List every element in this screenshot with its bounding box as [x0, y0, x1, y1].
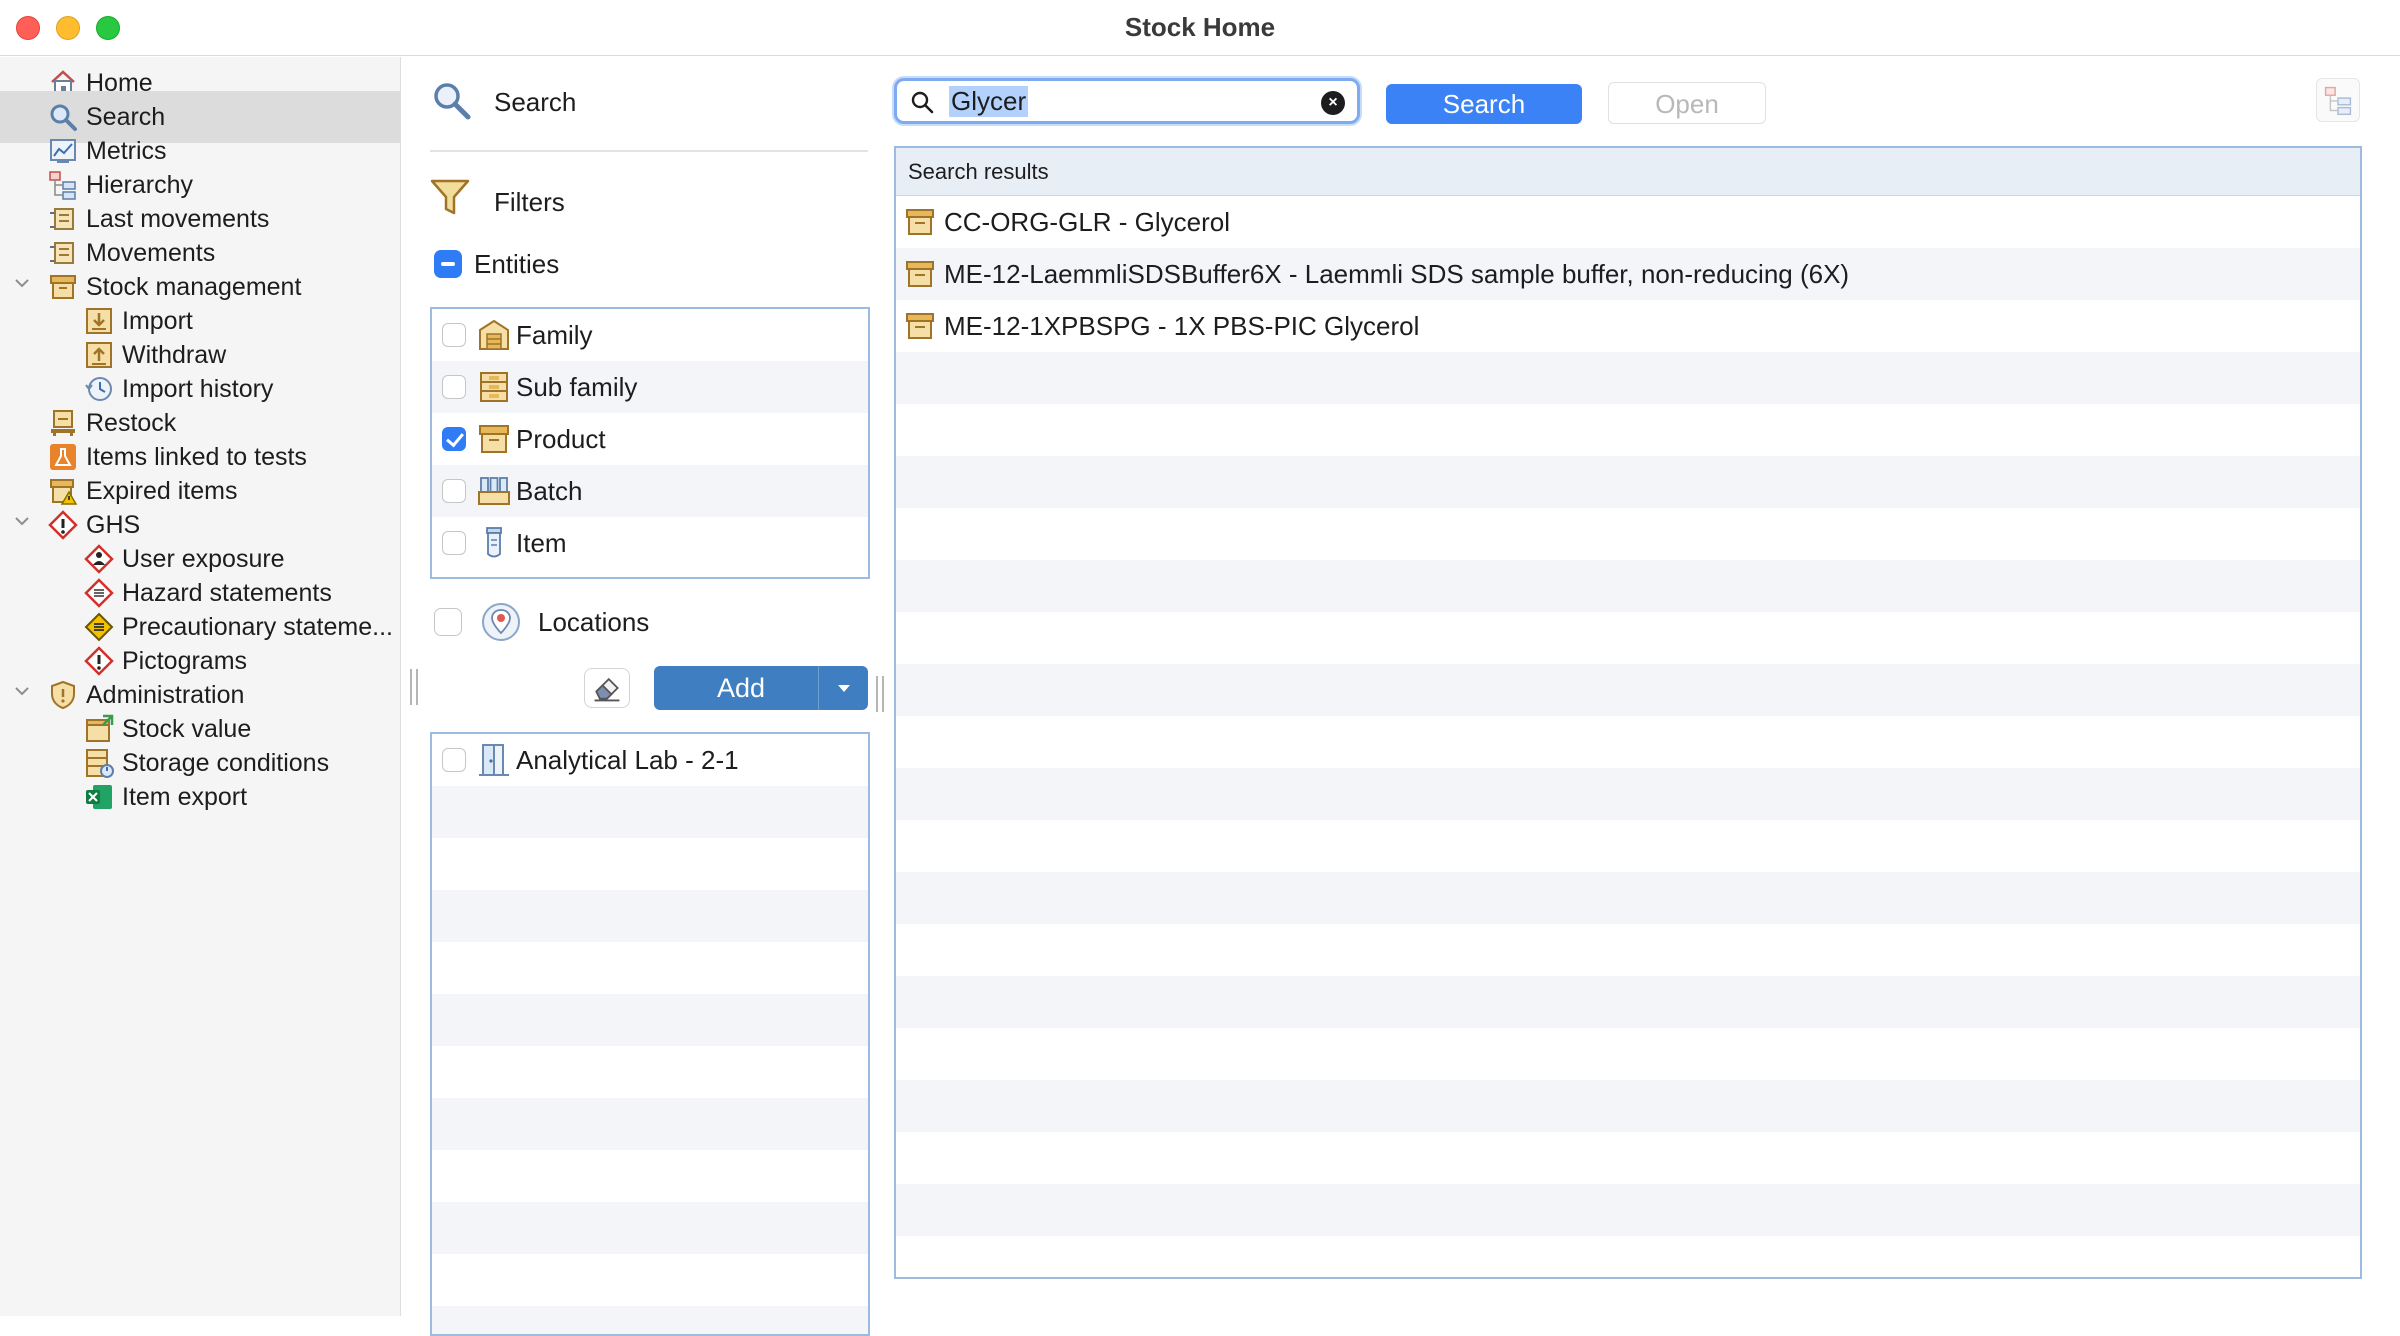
- results-column-header[interactable]: Search results: [896, 148, 2360, 196]
- location-checkbox[interactable]: [442, 748, 466, 772]
- product-checkbox[interactable]: [442, 427, 466, 451]
- product-icon: [906, 261, 934, 287]
- hierarchy-view-button[interactable]: [2316, 78, 2360, 122]
- locations-label: Locations: [538, 607, 650, 637]
- clear-search-icon[interactable]: ×: [1321, 91, 1345, 115]
- empty-row: [896, 560, 2360, 612]
- empty-row: [896, 1236, 2360, 1277]
- add-button-label: Add: [716, 672, 766, 703]
- sidebar-item-item-export[interactable]: Item export: [0, 771, 400, 823]
- table-row[interactable]: ME-12-1XPBSPG - 1X PBS-PIC Glycerol: [896, 300, 2360, 352]
- empty-row: [896, 1080, 2360, 1132]
- table-row[interactable]: CC-ORG-GLR - Glycerol: [896, 196, 2360, 248]
- entity-label: Family: [516, 319, 593, 350]
- search-results-table: Search results CC-ORG-GLR - Glycerol ME-…: [894, 146, 2362, 1279]
- empty-row: [896, 612, 2360, 664]
- empty-row: [896, 664, 2360, 716]
- results-body: CC-ORG-GLR - Glycerol ME-12-LaemmliSDSBu…: [896, 196, 2360, 1277]
- locations-checkbox[interactable]: [434, 608, 462, 636]
- sub-family-icon: [476, 369, 512, 405]
- search-button[interactable]: Search: [1386, 84, 1582, 124]
- empty-row: [896, 1184, 2360, 1236]
- empty-row: [432, 1098, 868, 1150]
- batch-icon: [476, 473, 512, 509]
- empty-row: [896, 768, 2360, 820]
- empty-row: [896, 1028, 2360, 1080]
- empty-row: [432, 1046, 868, 1098]
- sub-family-checkbox[interactable]: [442, 375, 466, 399]
- hierarchy-icon: [2324, 86, 2352, 116]
- entity-label: Sub family: [516, 371, 638, 402]
- entity-row-product[interactable]: Product: [432, 413, 868, 465]
- location-label: Analytical Lab - 2-1: [516, 744, 739, 775]
- entity-label: Batch: [516, 475, 583, 506]
- entity-row-sub-family[interactable]: Sub family: [432, 361, 868, 413]
- sidebar-item-label: Item export: [122, 782, 248, 811]
- filter-icon: [430, 179, 470, 215]
- split-view-handle[interactable]: [410, 669, 418, 705]
- eraser-icon: [594, 677, 620, 702]
- search-input-value: Glycer: [949, 86, 1029, 117]
- empty-row: [432, 1254, 868, 1306]
- empty-row: [432, 786, 868, 838]
- open-button[interactable]: Open: [1608, 82, 1766, 124]
- entity-list: Family Sub family Product Batch Item: [430, 307, 870, 579]
- empty-row: [432, 1150, 868, 1202]
- product-icon: [906, 313, 934, 339]
- empty-row: [896, 456, 2360, 508]
- filter-panel: Search Filters Entities Family Sub famil…: [402, 57, 878, 1336]
- search-input[interactable]: Glycer ×: [894, 78, 1360, 124]
- empty-row: [896, 924, 2360, 976]
- entity-row-family[interactable]: Family: [432, 309, 868, 361]
- caret-down-icon[interactable]: [818, 666, 868, 710]
- empty-row: [432, 838, 868, 890]
- search-icon: [911, 91, 934, 114]
- location-pin-icon: [482, 603, 520, 641]
- empty-row: [432, 1306, 868, 1334]
- add-location-button[interactable]: Add: [654, 666, 868, 710]
- excel-icon: [82, 780, 116, 814]
- result-label: ME-12-LaemmliSDSBuffer6X - Laemmli SDS s…: [944, 258, 1850, 289]
- clear-locations-button[interactable]: [584, 668, 630, 708]
- empty-row: [432, 890, 868, 942]
- batch-checkbox[interactable]: [442, 479, 466, 503]
- search-icon: [434, 83, 471, 120]
- sidebar: Home Search Metrics Hierarchy Last movem…: [0, 57, 401, 1316]
- empty-row: [896, 404, 2360, 456]
- title-bar: Stock Home: [0, 0, 2400, 56]
- empty-row: [896, 352, 2360, 404]
- empty-row: [896, 716, 2360, 768]
- family-icon: [476, 317, 512, 353]
- empty-row: [896, 976, 2360, 1028]
- empty-row: [896, 820, 2360, 872]
- empty-row: [896, 1132, 2360, 1184]
- empty-row: [432, 994, 868, 1046]
- item-icon: [476, 525, 512, 561]
- entity-row-batch[interactable]: Batch: [432, 465, 868, 517]
- empty-row: [896, 872, 2360, 924]
- empty-row: [432, 942, 868, 994]
- location-list: Analytical Lab - 2-1: [430, 732, 870, 1336]
- result-label: CC-ORG-GLR - Glycerol: [944, 206, 1231, 237]
- search-section-label: Search: [494, 87, 577, 117]
- item-checkbox[interactable]: [442, 531, 466, 555]
- entity-label: Product: [516, 423, 606, 454]
- family-checkbox[interactable]: [442, 323, 466, 347]
- divider: [430, 150, 868, 152]
- window-title: Stock Home: [1124, 12, 1276, 42]
- filters-section-label: Filters: [494, 187, 565, 217]
- table-row[interactable]: ME-12-LaemmliSDSBuffer6X - Laemmli SDS s…: [896, 248, 2360, 300]
- result-label: ME-12-1XPBSPG - 1X PBS-PIC Glycerol: [944, 310, 1420, 341]
- entity-label: Item: [516, 527, 567, 558]
- entities-label: Entities: [474, 249, 560, 279]
- split-view-handle[interactable]: [876, 676, 884, 712]
- entities-checkbox[interactable]: [434, 250, 462, 278]
- location-row[interactable]: Analytical Lab - 2-1: [432, 734, 868, 786]
- entity-row-item[interactable]: Item: [432, 517, 868, 569]
- product-icon: [906, 209, 934, 235]
- door-icon: [476, 742, 512, 778]
- product-icon: [476, 421, 512, 457]
- empty-row: [896, 508, 2360, 560]
- empty-row: [432, 1202, 868, 1254]
